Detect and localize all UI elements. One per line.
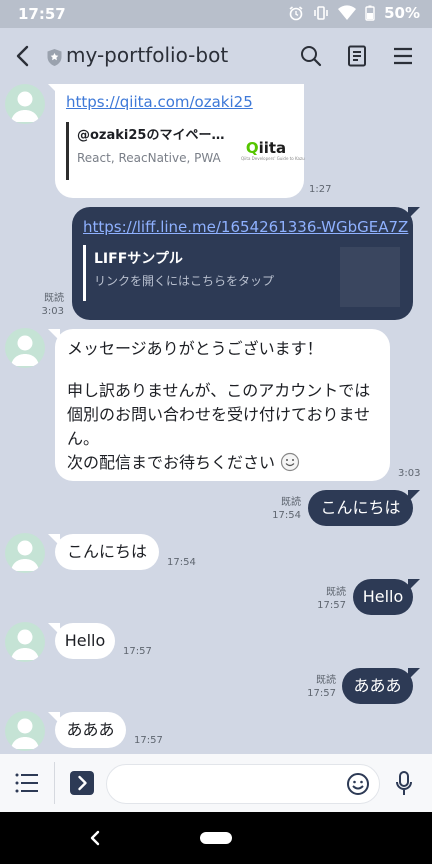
expand-button[interactable] bbox=[70, 771, 94, 795]
menu-icon[interactable] bbox=[391, 44, 415, 68]
bot-avatar[interactable] bbox=[5, 622, 45, 662]
system-navigation-bar bbox=[0, 812, 432, 864]
message-text: あああ bbox=[353, 676, 402, 695]
message-link[interactable]: https://qiita.com/ozaki25 bbox=[66, 93, 253, 111]
battery-icon bbox=[365, 5, 375, 21]
chat-header: my-portfolio-bot bbox=[0, 28, 432, 84]
default-user-icon bbox=[11, 629, 39, 660]
read-receipt: 既読 bbox=[281, 497, 301, 508]
message-time: 17:54 bbox=[272, 510, 301, 521]
emoji-icon[interactable] bbox=[346, 772, 370, 796]
message-input[interactable] bbox=[106, 764, 380, 804]
chat-area[interactable]: https://qiita.com/ozaki25 @ozaki25のマイペー…… bbox=[0, 84, 432, 754]
card-description: React, ReacNative, PWA bbox=[77, 151, 221, 165]
card-divider bbox=[66, 122, 69, 180]
message-text: Hello bbox=[362, 587, 404, 606]
message-bubble-outgoing[interactable]: Hello bbox=[353, 579, 420, 615]
card-title: LIFFサンプル bbox=[94, 251, 183, 267]
message-text: あああ bbox=[66, 720, 115, 739]
message-text: Hello bbox=[64, 631, 106, 650]
divider bbox=[54, 762, 55, 804]
message-text-line: メッセージありがとうございます！ bbox=[67, 339, 323, 358]
default-user-icon bbox=[11, 91, 39, 122]
message-time: 1:27 bbox=[309, 184, 332, 195]
message-time: 3:03 bbox=[398, 468, 421, 479]
read-receipt-group: 既読 17:57 bbox=[307, 674, 336, 700]
message-time: 3:03 bbox=[41, 306, 64, 317]
microphone-icon[interactable] bbox=[394, 770, 414, 798]
default-user-icon bbox=[11, 335, 39, 366]
message-bubble-outgoing-link[interactable]: https://liff.line.me/1654261336-WGbGEA7Z… bbox=[72, 207, 420, 320]
vibrate-icon bbox=[314, 6, 328, 20]
message-time: 17:54 bbox=[167, 557, 196, 568]
status-time: 17:57 bbox=[18, 5, 66, 23]
bot-avatar[interactable] bbox=[5, 84, 45, 124]
card-thumbnail bbox=[340, 247, 400, 307]
battery-level: 50% bbox=[384, 4, 420, 22]
message-time: 17:57 bbox=[134, 735, 163, 746]
bot-avatar[interactable] bbox=[5, 328, 45, 368]
system-back-icon[interactable] bbox=[88, 830, 102, 846]
message-bubble-outgoing[interactable]: こんにちは bbox=[308, 490, 420, 526]
alarm-icon bbox=[289, 6, 303, 21]
message-bubble-incoming[interactable]: Hello bbox=[48, 623, 115, 659]
chevron-right-icon bbox=[78, 775, 87, 791]
read-receipt-group: 既読 17:54 bbox=[272, 496, 301, 522]
message-link[interactable]: https://liff.line.me/1654261336-WGbGEA7Z bbox=[83, 215, 408, 239]
back-arrow-icon[interactable] bbox=[12, 44, 34, 68]
notes-icon[interactable] bbox=[345, 44, 369, 68]
wifi-icon bbox=[338, 5, 357, 21]
message-time: 17:57 bbox=[307, 688, 336, 699]
message-text: こんにちは bbox=[66, 542, 147, 561]
message-time: 17:57 bbox=[317, 600, 346, 611]
read-receipt: 既読 bbox=[44, 293, 64, 304]
read-receipt-group: 既読 17:57 bbox=[317, 586, 346, 612]
default-user-icon bbox=[11, 718, 39, 749]
message-bubble-link-card[interactable]: https://qiita.com/ozaki25 @ozaki25のマイペー…… bbox=[48, 84, 305, 198]
read-receipt: 既読 bbox=[316, 675, 336, 686]
read-receipt: 既読 bbox=[326, 587, 346, 598]
card-divider bbox=[83, 245, 86, 301]
message-bubble-incoming[interactable]: メッセージありがとうございます！ 申し訳ありませんが、このアカウントでは 個別の… bbox=[48, 329, 390, 481]
status-icons: 50% bbox=[288, 4, 420, 22]
home-pill[interactable] bbox=[200, 832, 232, 844]
card-title: @ozaki25のマイペー… bbox=[77, 128, 225, 143]
message-input-bar bbox=[0, 754, 432, 812]
message-text-line: 個別のお問い合わせを受け付けておりませ bbox=[67, 405, 371, 424]
message-bubble-outgoing[interactable]: あああ bbox=[342, 668, 420, 704]
message-bubble-incoming[interactable]: あああ bbox=[48, 712, 126, 748]
message-text-line: 申し訳ありませんが、このアカウントでは bbox=[67, 381, 371, 400]
bot-avatar[interactable] bbox=[5, 533, 45, 573]
status-bar: 17:57 50% bbox=[0, 0, 432, 28]
message-text-line: ん。 bbox=[67, 429, 100, 448]
chat-title: my-portfolio-bot bbox=[66, 43, 229, 67]
message-text: こんにちは bbox=[320, 498, 401, 517]
message-time: 17:57 bbox=[123, 646, 152, 657]
card-description: リンクを開くにはこちらをタップ bbox=[94, 274, 275, 288]
read-receipt-group: 既読 3:03 bbox=[42, 292, 64, 318]
message-text-line: 次の配信までお待ちください bbox=[67, 453, 276, 472]
qiita-logo: Qiita Qiita Developers' Guide to Kazu bbox=[241, 139, 305, 161]
shield-icon bbox=[47, 49, 62, 66]
message-bubble-incoming[interactable]: こんにちは bbox=[48, 534, 159, 570]
menu-list-icon[interactable] bbox=[15, 772, 39, 794]
search-icon[interactable] bbox=[299, 44, 323, 68]
default-user-icon bbox=[11, 540, 39, 571]
smile-emoji-icon bbox=[281, 452, 300, 472]
bot-avatar[interactable] bbox=[5, 711, 45, 751]
